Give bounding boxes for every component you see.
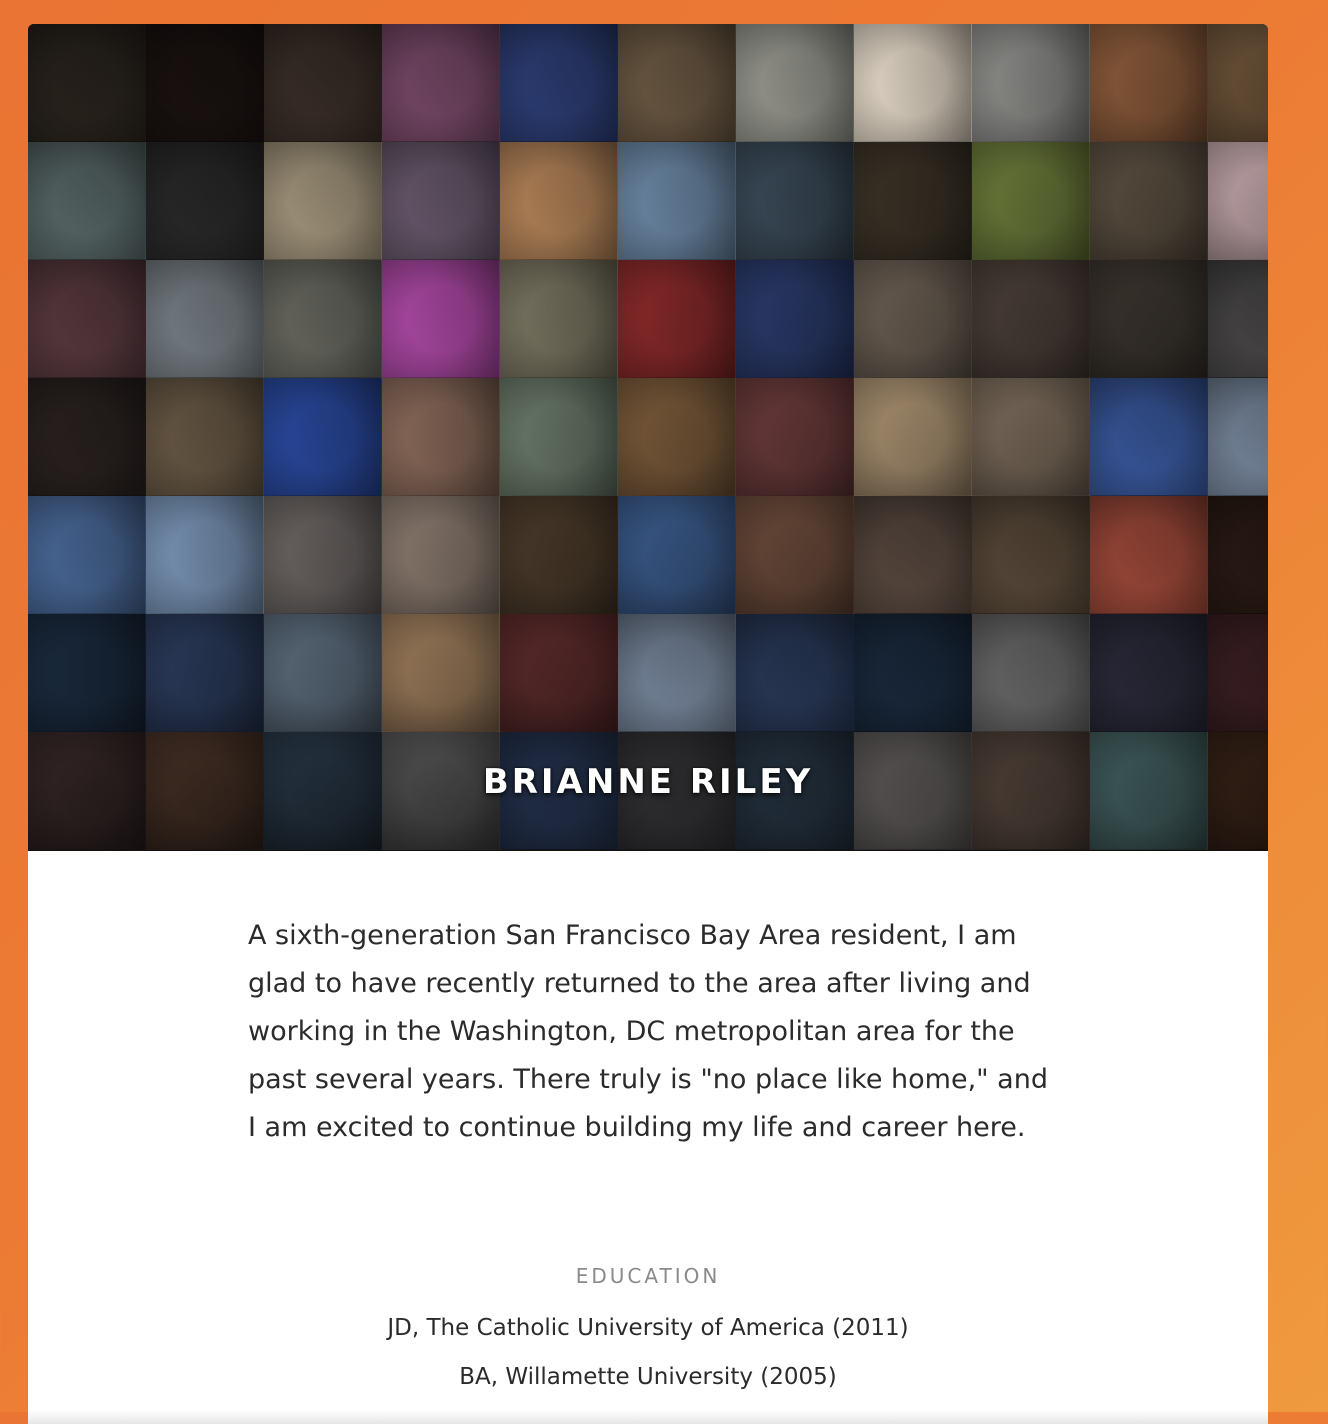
photo-tile [736, 260, 854, 378]
photo-tile [972, 614, 1090, 732]
photo-tile [854, 378, 972, 496]
photo-tile [146, 260, 264, 378]
education-item: BA, Willamette University (2005) [459, 1364, 837, 1390]
photo-tile [1208, 614, 1268, 732]
photo-tile [382, 24, 500, 142]
photo-tile [618, 24, 736, 142]
scroll-fade [28, 1410, 1268, 1424]
photo-tile [382, 378, 500, 496]
photo-tile [1208, 24, 1268, 142]
photo-tile [264, 378, 382, 496]
photo-tile [1090, 378, 1208, 496]
photo-tile [28, 260, 146, 378]
photo-tile [28, 142, 146, 260]
photo-tile [382, 142, 500, 260]
photo-tile [1090, 142, 1208, 260]
photo-tile [736, 614, 854, 732]
photo-tile [618, 260, 736, 378]
photo-tile [854, 24, 972, 142]
photo-tile [500, 24, 618, 142]
photo-tile [146, 496, 264, 614]
photo-tile [972, 496, 1090, 614]
photo-tile [28, 614, 146, 732]
photo-tile [854, 614, 972, 732]
photo-tile [382, 614, 500, 732]
education-heading: EDUCATION [575, 1264, 721, 1288]
photo-tile [972, 24, 1090, 142]
profile-name: BRIANNE RILEY [482, 762, 814, 802]
photo-tile [1090, 260, 1208, 378]
photo-tile [28, 24, 146, 142]
photo-tile [264, 142, 382, 260]
photo-tile [500, 378, 618, 496]
photo-tile [28, 496, 146, 614]
photo-tile [618, 142, 736, 260]
hero-photo-collage: BRIANNE RILEY [28, 24, 1268, 851]
photo-tile [1090, 496, 1208, 614]
photo-tile [500, 142, 618, 260]
photo-tile [736, 496, 854, 614]
photo-tile [736, 24, 854, 142]
photo-tile [618, 614, 736, 732]
photo-tile [1090, 614, 1208, 732]
photo-tile [736, 142, 854, 260]
photo-tile [500, 614, 618, 732]
photo-tile [1208, 496, 1268, 614]
photo-tile [264, 496, 382, 614]
photo-tile [972, 142, 1090, 260]
photo-tile [618, 496, 736, 614]
photo-tile [500, 496, 618, 614]
photo-tile [736, 378, 854, 496]
photo-tile [972, 260, 1090, 378]
photo-tile [264, 24, 382, 142]
profile-card: BRIANNE RILEY A sixth-generation San Fra… [28, 24, 1268, 1424]
photo-tile [1090, 24, 1208, 142]
photo-tile [854, 142, 972, 260]
photo-tile [146, 142, 264, 260]
photo-tile [500, 260, 618, 378]
photo-tile [28, 378, 146, 496]
photo-tile [382, 496, 500, 614]
education-list: JD, The Catholic University of America (… [28, 1304, 1268, 1402]
photo-tile [1208, 260, 1268, 378]
photo-tile [146, 378, 264, 496]
photo-mosaic [28, 24, 1268, 851]
photo-tile [854, 496, 972, 614]
profile-bio: A sixth-generation San Francisco Bay Are… [248, 920, 1048, 1143]
photo-tile [146, 614, 264, 732]
education-item: JD, The Catholic University of America (… [387, 1315, 909, 1341]
photo-tile [264, 614, 382, 732]
photo-tile [854, 260, 972, 378]
photo-tile [264, 260, 382, 378]
photo-tile [146, 24, 264, 142]
photo-tile [1208, 142, 1268, 260]
photo-tile [618, 378, 736, 496]
photo-tile [1208, 378, 1268, 496]
photo-tile [382, 260, 500, 378]
photo-tile [972, 378, 1090, 496]
